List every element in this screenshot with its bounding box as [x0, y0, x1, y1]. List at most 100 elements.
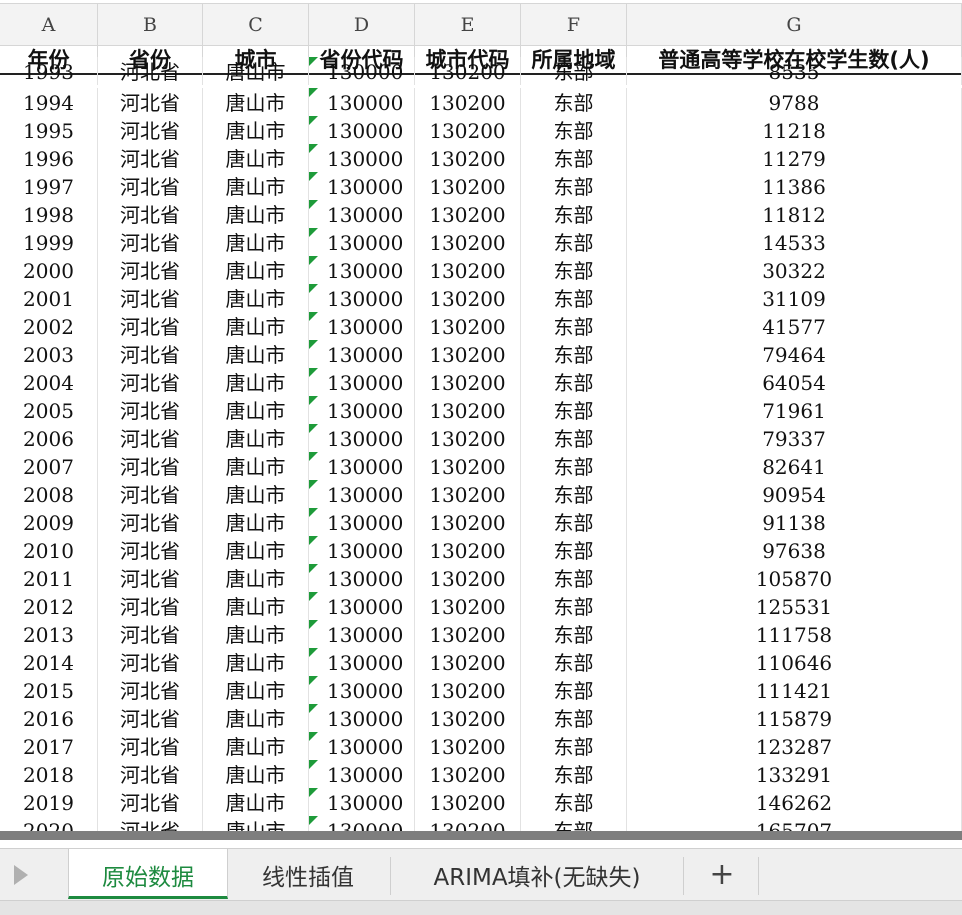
cell-city-code[interactable]: 130200: [415, 564, 521, 592]
cell-province[interactable]: 河北省: [98, 732, 203, 760]
cell-student-count[interactable]: 91138: [627, 508, 962, 536]
cell-year[interactable]: 2010: [0, 536, 98, 564]
column-letter-b[interactable]: B: [98, 4, 203, 46]
cell-student-count[interactable]: 8535: [627, 57, 962, 85]
cell-city-code[interactable]: 130200: [415, 88, 521, 116]
column-letter-e[interactable]: E: [415, 4, 521, 46]
cell-student-count[interactable]: 41577: [627, 312, 962, 340]
cell-province-code[interactable]: 130000: [309, 284, 415, 312]
play-triangle-icon[interactable]: [14, 865, 28, 885]
cell-region[interactable]: 东部: [521, 88, 627, 116]
cell-province-code[interactable]: 130000: [309, 396, 415, 424]
cell-region[interactable]: 东部: [521, 732, 627, 760]
cell-province-code[interactable]: 130000: [309, 480, 415, 508]
cell-region[interactable]: 东部: [521, 564, 627, 592]
cell-region[interactable]: 东部: [521, 172, 627, 200]
cell-province-code[interactable]: 130000: [309, 592, 415, 620]
cell-city[interactable]: 唐山市: [203, 760, 309, 788]
cell-city[interactable]: 唐山市: [203, 172, 309, 200]
cell-year[interactable]: 2000: [0, 256, 98, 284]
cell-province-code[interactable]: 130000: [309, 788, 415, 816]
cell-city[interactable]: 唐山市: [203, 452, 309, 480]
cell-city[interactable]: 唐山市: [203, 144, 309, 172]
cell-region[interactable]: 东部: [521, 116, 627, 144]
cell-student-count[interactable]: 31109: [627, 284, 962, 312]
cell-province-code[interactable]: 130000: [309, 172, 415, 200]
cell-student-count[interactable]: 123287: [627, 732, 962, 760]
cell-city[interactable]: 唐山市: [203, 480, 309, 508]
cell-city-code[interactable]: 130200: [415, 676, 521, 704]
cell-city-code[interactable]: 130200: [415, 256, 521, 284]
cell-province[interactable]: 河北省: [98, 480, 203, 508]
cell-province[interactable]: 河北省: [98, 676, 203, 704]
cell-region[interactable]: 东部: [521, 368, 627, 396]
cell-student-count[interactable]: 79464: [627, 340, 962, 368]
cell-province-code[interactable]: 130000: [309, 648, 415, 676]
cell-city-code[interactable]: 130200: [415, 368, 521, 396]
cell-year[interactable]: 1999: [0, 228, 98, 256]
cell-province-code[interactable]: 130000: [309, 732, 415, 760]
cell-province-code[interactable]: 130000: [309, 256, 415, 284]
cell-province-code[interactable]: 130000: [309, 116, 415, 144]
cell-region[interactable]: 东部: [521, 676, 627, 704]
cell-province[interactable]: 河北省: [98, 648, 203, 676]
cell-student-count[interactable]: 110646: [627, 648, 962, 676]
cell-city[interactable]: 唐山市: [203, 648, 309, 676]
cell-year[interactable]: 2019: [0, 788, 98, 816]
cell-region[interactable]: 东部: [521, 480, 627, 508]
column-letter-a[interactable]: A: [0, 4, 98, 46]
cell-year[interactable]: 2001: [0, 284, 98, 312]
cell-year[interactable]: 2012: [0, 592, 98, 620]
tab-arima-fill[interactable]: ARIMA填补(无缺失): [392, 849, 682, 899]
cell-province-code[interactable]: 130000: [309, 340, 415, 368]
cell-city-code[interactable]: 130200: [415, 592, 521, 620]
cell-province-code[interactable]: 130000: [309, 312, 415, 340]
cell-student-count[interactable]: 111758: [627, 620, 962, 648]
cell-city-code[interactable]: 130200: [415, 144, 521, 172]
cell-province[interactable]: 河北省: [98, 424, 203, 452]
cell-city[interactable]: 唐山市: [203, 732, 309, 760]
cell-region[interactable]: 东部: [521, 228, 627, 256]
cell-city-code[interactable]: 130200: [415, 536, 521, 564]
cell-city-code[interactable]: 130200: [415, 620, 521, 648]
cell-province-code[interactable]: 130000: [309, 536, 415, 564]
cell-province[interactable]: 河北省: [98, 396, 203, 424]
cell-student-count[interactable]: 71961: [627, 396, 962, 424]
cell-student-count[interactable]: 11279: [627, 144, 962, 172]
cell-province[interactable]: 河北省: [98, 284, 203, 312]
cell-region[interactable]: 东部: [521, 620, 627, 648]
cell-city-code[interactable]: 130200: [415, 760, 521, 788]
cell-student-count[interactable]: 111421: [627, 676, 962, 704]
cell-city-code[interactable]: 130200: [415, 172, 521, 200]
cell-region[interactable]: 东部: [521, 788, 627, 816]
cell-region[interactable]: 东部: [521, 452, 627, 480]
cell-city[interactable]: 唐山市: [203, 284, 309, 312]
cell-city[interactable]: 唐山市: [203, 564, 309, 592]
cell-city[interactable]: 唐山市: [203, 340, 309, 368]
cell-student-count[interactable]: 30322: [627, 256, 962, 284]
cell-province[interactable]: 河北省: [98, 760, 203, 788]
cell-province-code[interactable]: 130000: [309, 620, 415, 648]
cell-year[interactable]: 2002: [0, 312, 98, 340]
cell-city-code[interactable]: 130200: [415, 424, 521, 452]
cell-year[interactable]: 2007: [0, 452, 98, 480]
cell-province[interactable]: 河北省: [98, 620, 203, 648]
cell-region[interactable]: 东部: [521, 284, 627, 312]
cell-city[interactable]: 唐山市: [203, 116, 309, 144]
cell-province[interactable]: 河北省: [98, 256, 203, 284]
cell-province[interactable]: 河北省: [98, 144, 203, 172]
cell-year[interactable]: 1995: [0, 116, 98, 144]
cell-region[interactable]: 东部: [521, 312, 627, 340]
cell-province-code[interactable]: 130000: [309, 760, 415, 788]
cell-student-count[interactable]: 14533: [627, 228, 962, 256]
cell-student-count[interactable]: 11218: [627, 116, 962, 144]
cell-student-count[interactable]: 11812: [627, 200, 962, 228]
cell-province-code[interactable]: 130000: [309, 144, 415, 172]
cell-year[interactable]: 2006: [0, 424, 98, 452]
column-letter-f[interactable]: F: [521, 4, 627, 46]
cell-year[interactable]: 2009: [0, 508, 98, 536]
cell-student-count[interactable]: 11386: [627, 172, 962, 200]
cell-year[interactable]: 2017: [0, 732, 98, 760]
cell-province[interactable]: 河北省: [98, 788, 203, 816]
column-letter-g[interactable]: G: [627, 4, 962, 46]
